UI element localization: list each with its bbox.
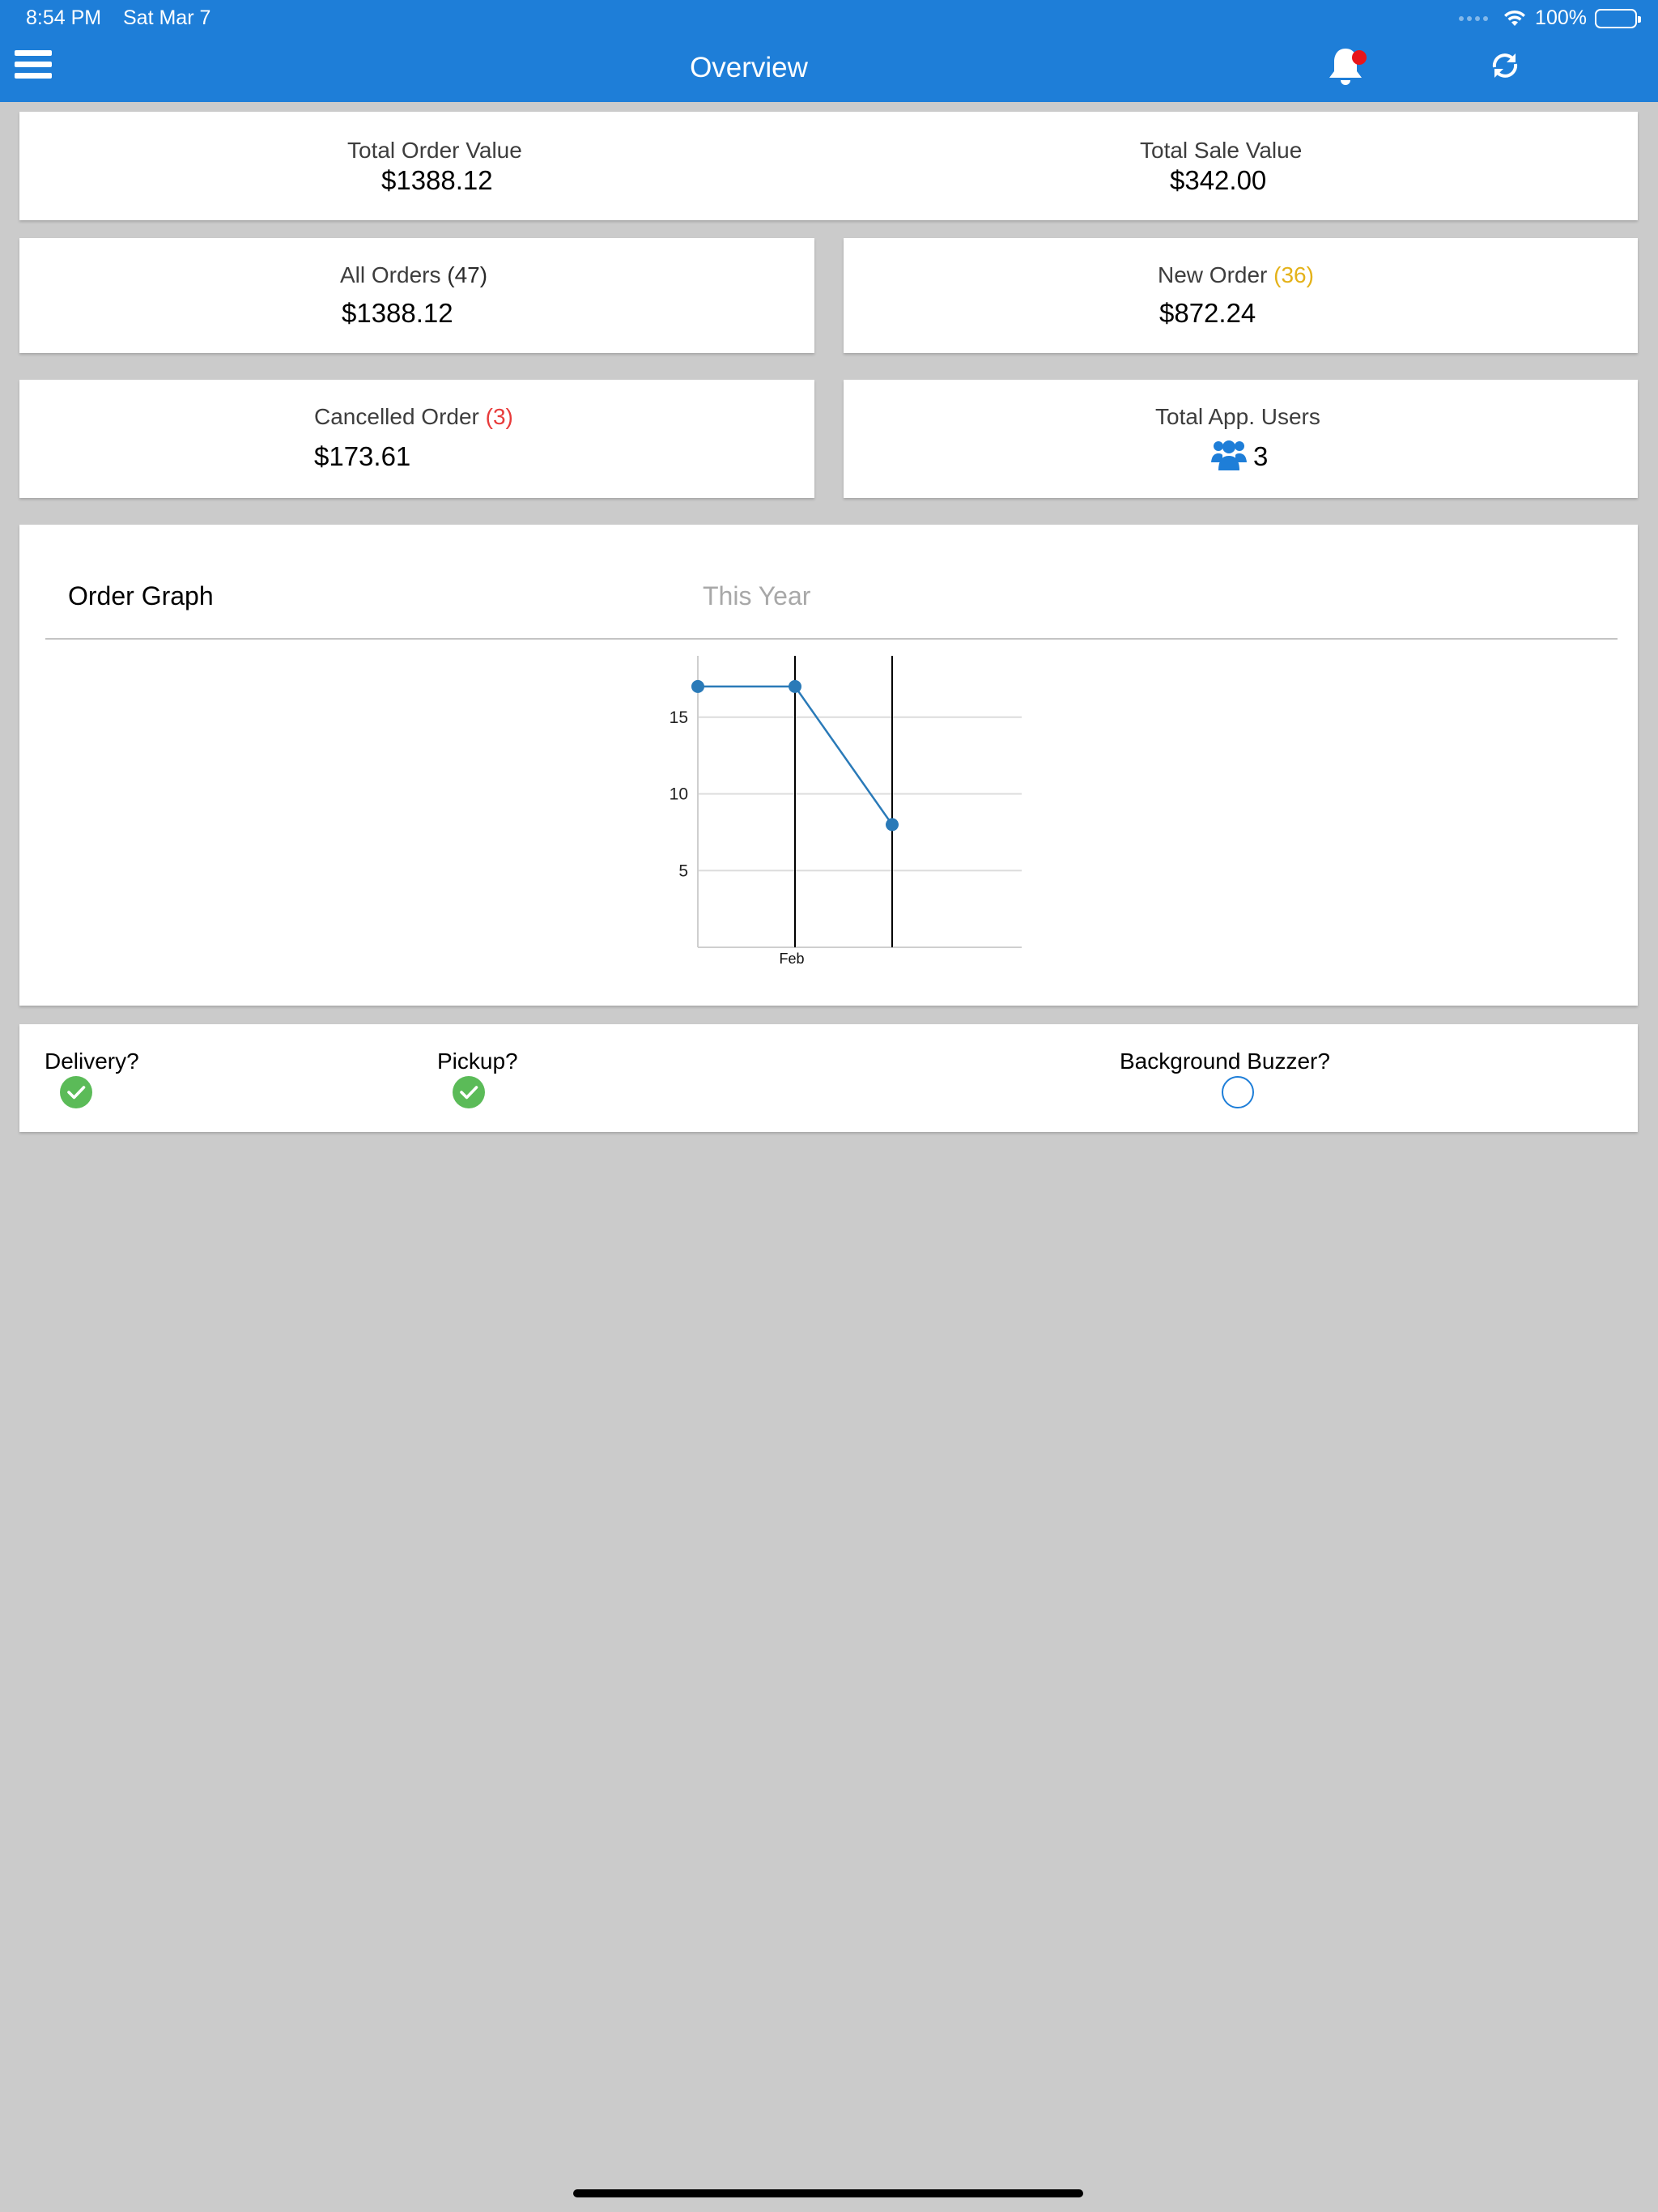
new-order-label: New Order (36) xyxy=(1158,262,1314,287)
users-icon xyxy=(1211,440,1247,470)
total-sale-value-label: Total Sale Value xyxy=(1140,138,1303,163)
app-users-label: Total App. Users xyxy=(1155,404,1320,429)
status-indicators: 100% xyxy=(1459,6,1641,30)
data-point xyxy=(789,679,801,693)
cancelled-order-count: (3) xyxy=(485,404,513,429)
summary-card: Total Order Value $1388.12 Total Sale Va… xyxy=(19,112,1638,220)
battery-percent: 100% xyxy=(1535,6,1587,29)
all-orders-label: All Orders (47) xyxy=(340,262,488,287)
new-order-value: $872.24 xyxy=(1159,298,1256,328)
new-order-count: (36) xyxy=(1273,262,1314,287)
check-icon xyxy=(67,1086,86,1100)
notification-button[interactable] xyxy=(1326,45,1368,87)
check-icon xyxy=(460,1086,478,1100)
wifi-icon xyxy=(1504,10,1526,26)
y-tick-label: 5 xyxy=(678,861,688,880)
status-date: Sat Mar 7 xyxy=(123,6,211,29)
data-point xyxy=(886,818,899,832)
order-graph-card: Order Graph This Year 5 10 15 Feb xyxy=(19,525,1638,1006)
cancelled-order-label: Cancelled Order (3) xyxy=(314,404,513,429)
page-title: Overview xyxy=(690,52,808,83)
settings-card: Delivery? Pickup? Background Buzzer? xyxy=(19,1024,1638,1132)
pickup-checkbox[interactable] xyxy=(453,1076,485,1108)
pickup-label: Pickup? xyxy=(437,1049,518,1074)
status-time: 8:54 PM xyxy=(26,6,102,29)
background-buzzer-label: Background Buzzer? xyxy=(1120,1049,1330,1074)
app-users-card: Total App. Users 3 xyxy=(844,380,1638,498)
cancelled-order-value: $173.61 xyxy=(314,441,411,471)
home-indicator xyxy=(573,2189,1083,2197)
cellular-signal-icon xyxy=(1459,15,1489,21)
data-point xyxy=(691,679,704,693)
total-sale-value: $342.00 xyxy=(1170,165,1267,195)
x-tick-label: Feb xyxy=(779,951,804,967)
new-order-card[interactable]: New Order (36) $872.24 xyxy=(844,238,1638,353)
app-users-count: 3 xyxy=(1253,441,1269,471)
refresh-icon xyxy=(1492,53,1518,78)
cancelled-order-card[interactable]: Cancelled Order (3) $173.61 xyxy=(19,380,814,498)
total-order-value-label: Total Order Value xyxy=(347,138,522,163)
app-bar: 8:54 PM Sat Mar 7 100% Overview xyxy=(0,0,1658,102)
all-orders-card[interactable]: All Orders (47) $1388.12 xyxy=(19,238,814,353)
battery-icon xyxy=(1595,8,1641,28)
notification-badge xyxy=(1352,50,1367,65)
background-buzzer-checkbox[interactable] xyxy=(1222,1076,1254,1108)
total-order-value: $1388.12 xyxy=(381,165,493,195)
y-tick-label: 10 xyxy=(670,785,688,804)
order-line-chart: 5 10 15 Feb xyxy=(670,656,1022,967)
all-orders-value: $1388.12 xyxy=(342,298,453,328)
all-orders-count: (47) xyxy=(447,262,488,287)
refresh-button[interactable] xyxy=(1486,47,1524,84)
delivery-label: Delivery? xyxy=(45,1049,139,1074)
delivery-checkbox[interactable] xyxy=(60,1076,92,1108)
y-tick-label: 15 xyxy=(670,708,688,727)
